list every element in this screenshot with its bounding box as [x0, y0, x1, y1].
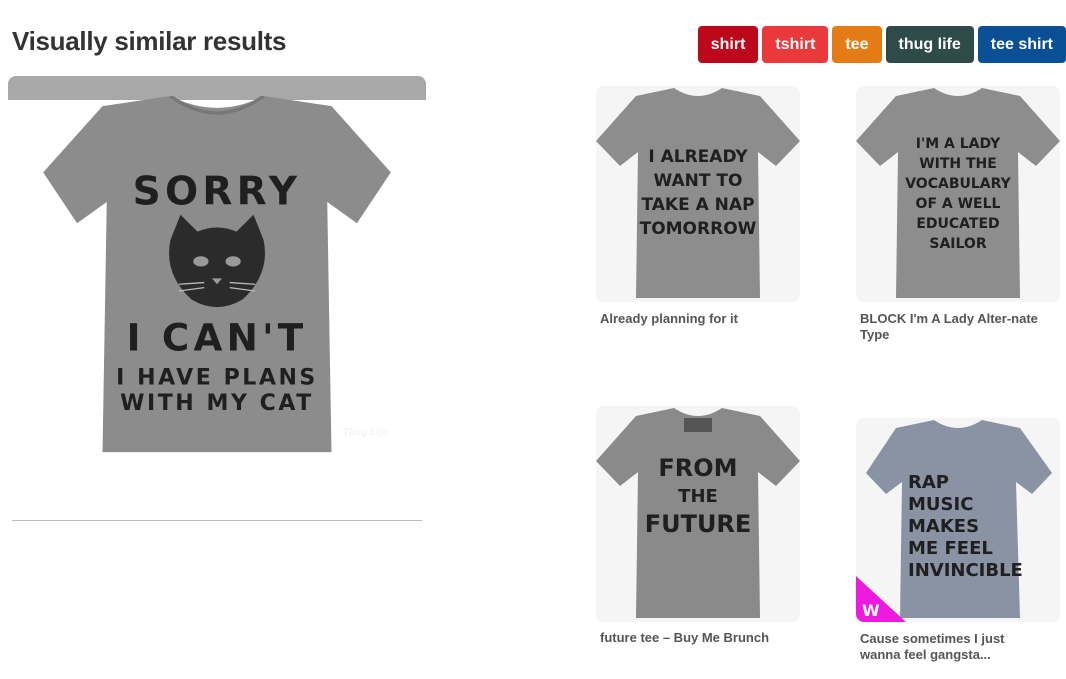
result-caption[interactable]: future tee – Buy Me Brunch	[600, 630, 780, 646]
tag-tshirt[interactable]: tshirt	[762, 26, 829, 63]
svg-text:INVINCIBLE: INVINCIBLE	[908, 560, 1023, 581]
svg-text:ME FEEL: ME FEEL	[908, 538, 993, 559]
svg-text:VOCABULARY: VOCABULARY	[905, 176, 1011, 192]
svg-text:OF A WELL: OF A WELL	[916, 196, 1001, 212]
main-pin[interactable]: SORRY I CAN'T I HAVE PLANS WITH MY CAT T…	[8, 76, 426, 522]
tag-shirt[interactable]: shirt	[697, 26, 759, 63]
tag-tee-shirt[interactable]: tee shirt	[977, 26, 1066, 63]
result-image[interactable]: I ALREADY WANT TO TAKE A NAP TOMORROW	[596, 86, 800, 302]
svg-text:WITH THE: WITH THE	[919, 156, 997, 172]
svg-text:SAILOR: SAILOR	[929, 236, 986, 252]
page-title: Visually similar results	[12, 26, 287, 56]
result-image[interactable]: RAP MUSIC MAKES ME FEEL INVINCIBLE W	[856, 418, 1060, 622]
brand-logo: Thug Life	[343, 427, 389, 438]
shirt-line: I HAVE PLANS	[116, 365, 318, 390]
result-caption[interactable]: BLOCK I'm A Lady Alter-nate Type	[860, 311, 1040, 343]
main-pin-image[interactable]: SORRY I CAN'T I HAVE PLANS WITH MY CAT T…	[12, 96, 422, 520]
svg-text:EDUCATED: EDUCATED	[916, 216, 999, 232]
result-image[interactable]: FROM THE FUTURE	[596, 406, 800, 622]
svg-text:RAP: RAP	[908, 472, 949, 493]
result-image[interactable]: I'M A LADY WITH THE VOCABULARY OF A WELL…	[856, 86, 1060, 302]
svg-text:TAKE A NAP: TAKE A NAP	[641, 195, 754, 215]
svg-text:THE: THE	[678, 486, 718, 507]
shirt-line: I CAN'T	[127, 315, 308, 359]
svg-text:I ALREADY: I ALREADY	[648, 147, 748, 167]
result-caption[interactable]: Cause sometimes I just wanna feel gangst…	[860, 631, 1040, 663]
shirt-line: WITH MY CAT	[120, 391, 314, 416]
tag-thug-life[interactable]: thug life	[885, 26, 974, 63]
svg-text:FROM: FROM	[658, 454, 737, 482]
svg-text:MUSIC: MUSIC	[908, 494, 973, 515]
svg-text:FUTURE: FUTURE	[645, 510, 752, 538]
svg-text:WANT TO: WANT TO	[654, 171, 743, 191]
tag-tee[interactable]: tee	[832, 26, 882, 63]
svg-text:MAKES: MAKES	[908, 516, 979, 537]
svg-text:I'M A LADY: I'M A LADY	[916, 136, 1001, 152]
shirt-line: SORRY	[133, 170, 302, 215]
brand-badge-letter: W	[862, 601, 880, 620]
divider	[12, 520, 422, 521]
result-caption[interactable]: Already planning for it	[600, 311, 780, 327]
tag-bar: shirt tshirt tee thug life tee shirt	[697, 26, 1066, 63]
svg-text:TOMORROW: TOMORROW	[640, 219, 757, 239]
